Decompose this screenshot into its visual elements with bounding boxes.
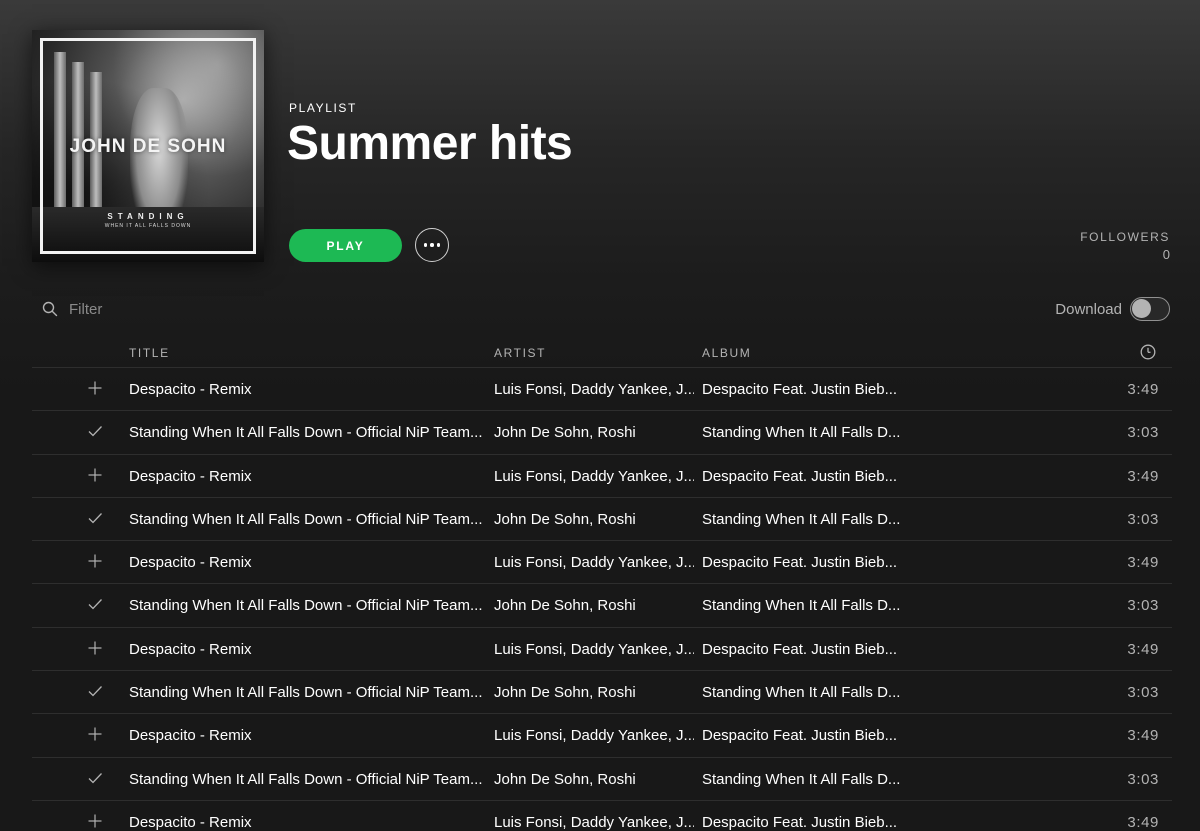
toggle-knob <box>1132 299 1151 318</box>
track-album[interactable]: Despacito Feat. Justin Bieb... <box>702 641 932 658</box>
track-title: Standing When It All Falls Down - Offici… <box>129 424 483 442</box>
check-icon[interactable] <box>87 596 103 612</box>
table-row[interactable]: Standing When It All Falls Down - Offici… <box>32 758 1172 801</box>
table-row[interactable]: Standing When It All Falls Down - Offici… <box>32 671 1172 715</box>
table-row[interactable]: Despacito - Remix Luis Fonsi, Daddy Yanke… <box>32 628 1172 672</box>
track-album[interactable]: Standing When It All Falls D... <box>702 771 932 788</box>
table-row[interactable]: Despacito - Remix Luis Fonsi, Daddy Yanke… <box>32 801 1172 831</box>
download-toggle[interactable] <box>1130 297 1170 321</box>
track-album[interactable]: Despacito Feat. Justin Bieb... <box>702 727 932 744</box>
download-control: Download <box>1055 297 1170 321</box>
more-icon <box>423 243 428 247</box>
table-row[interactable]: Despacito - Remix Luis Fonsi, Daddy Yanke… <box>32 455 1172 498</box>
plus-icon[interactable] <box>87 813 103 829</box>
track-duration: 3:49 <box>1127 727 1159 745</box>
playlist-page: JOHN DE SOHN STANDING WHEN IT ALL FALLS … <box>0 0 1200 831</box>
track-album[interactable]: Standing When It All Falls D... <box>702 684 932 701</box>
plus-icon[interactable] <box>87 553 103 569</box>
track-album[interactable]: Despacito Feat. Justin Bieb... <box>702 468 932 485</box>
track-title: Standing When It All Falls Down - Offici… <box>129 597 483 615</box>
plus-icon[interactable] <box>87 467 103 483</box>
table-row[interactable]: Standing When It All Falls Down - Offici… <box>32 411 1172 455</box>
track-table: TITLE ARTIST ALBUM Despacito - Remix Luis… <box>32 336 1172 831</box>
track-title: Despacito - Remix <box>129 640 252 658</box>
track-title: Despacito - Remix <box>129 467 252 485</box>
track-title: Standing When It All Falls Down - Offici… <box>129 684 483 702</box>
cover-album-subtitle: WHEN IT ALL FALLS DOWN <box>104 223 192 229</box>
track-artist[interactable]: Luis Fonsi, Daddy Yankee, J... <box>494 381 694 398</box>
followers-label: FOLLOWERS <box>1080 230 1170 244</box>
track-title: Despacito - Remix <box>129 381 252 398</box>
table-header: TITLE ARTIST ALBUM <box>32 336 1172 368</box>
check-icon[interactable] <box>87 423 103 439</box>
more-options-button[interactable] <box>415 228 449 262</box>
column-header-artist[interactable]: ARTIST <box>494 346 546 360</box>
plus-icon[interactable] <box>87 380 103 396</box>
table-row[interactable]: Standing When It All Falls Down - Offici… <box>32 498 1172 542</box>
check-icon[interactable] <box>87 510 103 526</box>
plus-icon[interactable] <box>87 726 103 742</box>
clock-icon[interactable] <box>1140 344 1156 360</box>
table-row[interactable]: Despacito - Remix Luis Fonsi, Daddy Yanke… <box>32 714 1172 758</box>
track-artist[interactable]: John De Sohn, Roshi <box>494 684 694 701</box>
track-artist[interactable]: Luis Fonsi, Daddy Yankee, J... <box>494 468 694 485</box>
column-header-album[interactable]: ALBUM <box>702 346 751 360</box>
track-duration: 3:49 <box>1127 467 1159 485</box>
filter-input[interactable] <box>69 300 309 318</box>
play-button[interactable]: PLAY <box>289 229 402 262</box>
track-artist[interactable]: John De Sohn, Roshi <box>494 424 694 441</box>
plus-icon[interactable] <box>87 640 103 656</box>
table-row[interactable]: Despacito - Remix Luis Fonsi, Daddy Yanke… <box>32 368 1172 412</box>
track-artist[interactable]: John De Sohn, Roshi <box>494 597 694 614</box>
track-album[interactable]: Despacito Feat. Justin Bieb... <box>702 554 932 571</box>
check-icon[interactable] <box>87 683 103 699</box>
playlist-cover-image[interactable]: JOHN DE SOHN STANDING WHEN IT ALL FALLS … <box>32 30 264 262</box>
track-album[interactable]: Standing When It All Falls D... <box>702 511 932 528</box>
track-artist[interactable]: John De Sohn, Roshi <box>494 511 694 528</box>
track-artist[interactable]: Luis Fonsi, Daddy Yankee, J... <box>494 727 694 744</box>
track-duration: 3:49 <box>1127 554 1159 572</box>
filter-box <box>42 298 342 320</box>
track-album[interactable]: Despacito Feat. Justin Bieb... <box>702 814 932 831</box>
cover-artist-text: JOHN DE SOHN <box>69 136 227 157</box>
column-header-title[interactable]: TITLE <box>129 346 170 360</box>
page-title: Summer hits <box>287 117 573 170</box>
track-duration: 3:03 <box>1127 510 1159 528</box>
search-icon <box>42 301 58 317</box>
track-duration: 3:49 <box>1127 813 1159 831</box>
track-title: Despacito - Remix <box>129 813 252 831</box>
track-album[interactable]: Standing When It All Falls D... <box>702 424 932 441</box>
track-album[interactable]: Standing When It All Falls D... <box>702 597 932 614</box>
track-album[interactable]: Despacito Feat. Justin Bieb... <box>702 381 932 398</box>
track-title: Standing When It All Falls Down - Offici… <box>129 770 483 788</box>
track-artist[interactable]: Luis Fonsi, Daddy Yankee, J... <box>494 641 694 658</box>
cover-album-title: STANDING <box>107 212 189 221</box>
track-artist[interactable]: Luis Fonsi, Daddy Yankee, J... <box>494 554 694 571</box>
track-title: Standing When It All Falls Down - Offici… <box>129 510 483 528</box>
check-icon[interactable] <box>87 770 103 786</box>
track-duration: 3:49 <box>1127 640 1159 658</box>
track-artist[interactable]: Luis Fonsi, Daddy Yankee, J... <box>494 814 694 831</box>
track-title: Despacito - Remix <box>129 554 252 572</box>
track-duration: 3:03 <box>1127 770 1159 788</box>
track-duration: 3:03 <box>1127 597 1159 615</box>
track-artist[interactable]: John De Sohn, Roshi <box>494 771 694 788</box>
track-duration: 3:03 <box>1127 424 1159 442</box>
track-duration: 3:49 <box>1127 381 1159 398</box>
track-list: Despacito - Remix Luis Fonsi, Daddy Yanke… <box>32 368 1172 831</box>
track-duration: 3:03 <box>1127 684 1159 702</box>
table-row[interactable]: Standing When It All Falls Down - Offici… <box>32 584 1172 628</box>
table-row[interactable]: Despacito - Remix Luis Fonsi, Daddy Yanke… <box>32 541 1172 585</box>
download-label: Download <box>1055 300 1122 318</box>
playlist-type-label: PLAYLIST <box>289 101 357 115</box>
track-title: Despacito - Remix <box>129 727 252 745</box>
followers-count: 0 <box>1162 247 1170 262</box>
